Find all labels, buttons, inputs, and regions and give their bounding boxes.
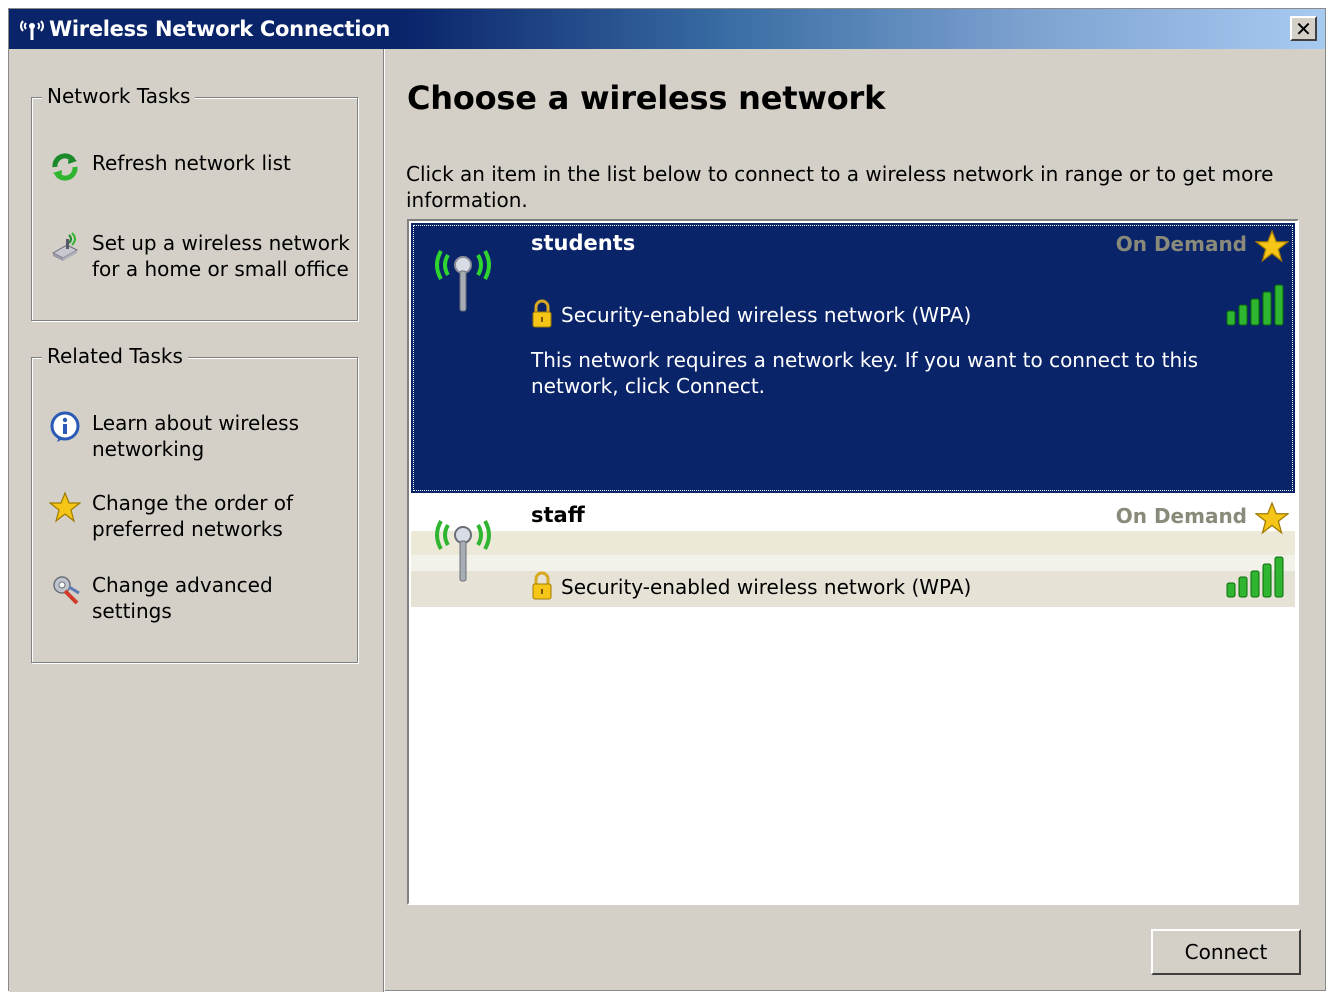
network-description: This network requires a network key. If … [531, 348, 1199, 398]
close-button[interactable]: ✕ [1290, 16, 1317, 41]
refresh-network-list-label: Refresh network list [92, 151, 291, 175]
preferred-star-icon [1255, 229, 1289, 263]
preferred-star-icon [1255, 501, 1289, 535]
network-item-students[interactable]: students On Demand Security-enabled wire… [411, 223, 1295, 493]
change-network-order-label: Change the order of preferred networks [92, 491, 294, 541]
related-tasks-group: Related Tasks Learn about wireless netwo… [31, 344, 358, 663]
network-mode: On Demand [1115, 232, 1247, 256]
star-icon [48, 490, 82, 524]
lock-icon [532, 571, 552, 600]
signal-strength-icon [1226, 556, 1284, 598]
network-tasks-title: Network Tasks [42, 84, 196, 108]
task-pane: Network Tasks Refresh network list Set u… [9, 49, 384, 992]
learn-about-wireless-label: Learn about wireless networking [92, 411, 300, 461]
title-bar[interactable]: Wireless Network Connection ✕ [9, 9, 1325, 49]
close-icon: ✕ [1295, 16, 1312, 41]
wireless-network-window: Wireless Network Connection ✕ Network Ta… [8, 8, 1326, 992]
refresh-network-list-link[interactable]: Refresh network list [48, 150, 352, 184]
info-icon [48, 410, 82, 444]
page-title: Choose a wireless network [407, 79, 886, 117]
wireless-antenna-icon [435, 250, 491, 312]
network-item-staff[interactable]: staff On Demand Security-enabled wireles… [411, 495, 1295, 607]
window-title: Wireless Network Connection [49, 17, 390, 41]
settings-icon [48, 572, 82, 606]
main-pane: Choose a wireless network Click an item … [385, 49, 1325, 992]
instructions-text: Click an item in the list below to conne… [406, 162, 1274, 212]
network-security: Security-enabled wireless network (WPA) [561, 575, 972, 599]
change-network-order-link[interactable]: Change the order of preferred networks [48, 490, 352, 542]
setup-wireless-network-label: Set up a wireless network for a home or … [92, 231, 350, 281]
connect-button[interactable]: Connect [1151, 929, 1301, 975]
network-security: Security-enabled wireless network (WPA) [561, 303, 972, 327]
signal-strength-icon [1226, 284, 1284, 326]
network-tasks-group: Network Tasks Refresh network list Set u… [31, 84, 358, 321]
learn-about-wireless-link[interactable]: Learn about wireless networking [48, 410, 352, 462]
wireless-network-list[interactable]: students On Demand Security-enabled wire… [407, 219, 1299, 905]
related-tasks-title: Related Tasks [42, 344, 188, 368]
wireless-antenna-icon [435, 520, 491, 582]
network-ssid: staff [531, 503, 585, 527]
refresh-icon [48, 150, 82, 184]
network-ssid: students [531, 231, 636, 255]
network-mode: On Demand [1115, 504, 1247, 528]
wireless-antenna-icon [15, 14, 49, 44]
lock-icon [532, 299, 552, 328]
setup-wireless-network-link[interactable]: Set up a wireless network for a home or … [48, 230, 352, 282]
change-advanced-settings-label: Change advanced settings [92, 573, 273, 623]
wireless-setup-icon [48, 230, 82, 264]
change-advanced-settings-link[interactable]: Change advanced settings [48, 572, 352, 624]
